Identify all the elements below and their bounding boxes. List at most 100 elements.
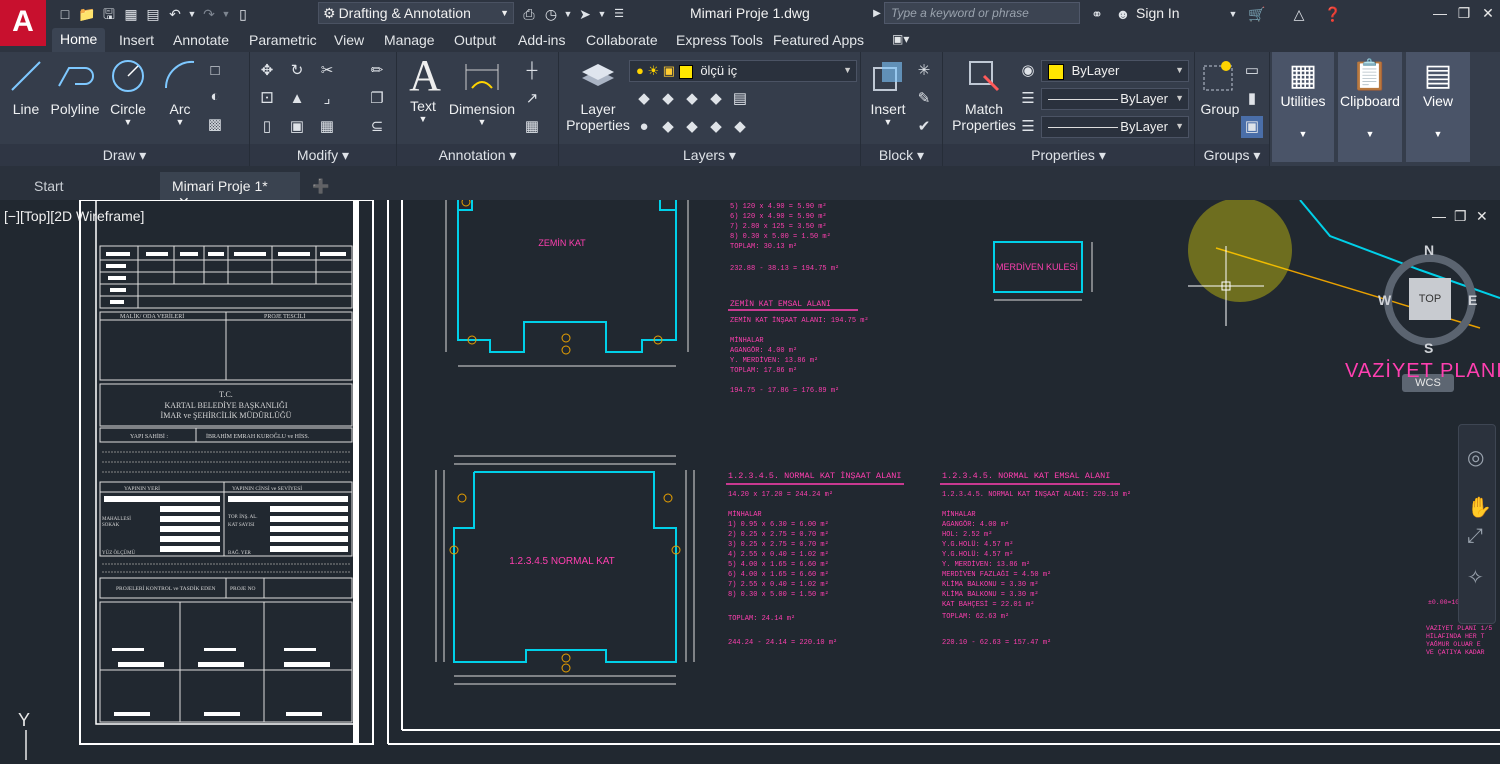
draw-panel-title[interactable]: Draw ▾ (0, 144, 249, 166)
properties-panel-title[interactable]: Properties ▾ (943, 144, 1194, 166)
orbit-icon[interactable]: ✧ (1467, 565, 1484, 590)
lineweight-icon[interactable]: ☰ (1017, 88, 1039, 110)
close-icon[interactable]: ✕ (1476, 2, 1500, 24)
group-selection-icon[interactable]: ▣ (1241, 116, 1263, 138)
user-icon[interactable]: ☻ (1112, 3, 1134, 25)
mirror-icon[interactable]: ▲ (286, 88, 308, 110)
fillet-icon[interactable]: ⌟ (316, 88, 338, 110)
tab-express-tools[interactable]: Express Tools (676, 32, 763, 48)
polyline-button[interactable]: Polyline (48, 56, 102, 117)
save-as-icon[interactable]: ▦ (120, 3, 142, 25)
layer-properties-button[interactable]: Layer Properties (563, 56, 633, 133)
table-icon[interactable]: ▦ (521, 116, 543, 138)
match-properties-button[interactable]: Match Properties (949, 56, 1019, 133)
modify-panel-title[interactable]: Modify ▾ (250, 144, 396, 166)
layer-thaw-icon[interactable]: ◆ (681, 116, 703, 138)
undo-dropdown-icon[interactable]: ▼ (186, 3, 198, 25)
lineweight-dropdown[interactable]: ByLayer ▼ (1041, 88, 1189, 110)
layer-unisolate-icon[interactable]: ◆ (657, 116, 679, 138)
create-block-icon[interactable]: ✳ (913, 60, 935, 82)
copy-icon[interactable]: ⚀ (256, 88, 278, 110)
linetype-dropdown[interactable]: ByLayer ▼ (1041, 116, 1189, 138)
layers-panel-title[interactable]: Layers ▾ (559, 144, 860, 166)
share-dropdown-icon[interactable]: ▼ (596, 3, 608, 25)
tab-insert[interactable]: Insert (119, 32, 154, 48)
steering-wheel-icon[interactable]: ◎ (1467, 445, 1484, 470)
group-button[interactable]: Group (1197, 56, 1243, 117)
trim-icon[interactable]: ✂ (316, 60, 338, 82)
annotation-panel-title[interactable]: Annotation ▾ (397, 144, 558, 166)
layer-lock-icon[interactable]: ◆ (705, 88, 727, 110)
open-folder-icon[interactable]: 📁 (76, 3, 98, 25)
tab-output[interactable]: Output (454, 32, 496, 48)
color-wheel-icon[interactable]: ◉ (1017, 60, 1039, 82)
workspace-dropdown[interactable]: ⚙ Drafting & Annotation ▼ (318, 2, 514, 24)
utilities-button[interactable]: ▦ Utilities ▼ (1272, 52, 1334, 162)
zoom-extents-icon[interactable]: ⤢ (1467, 525, 1483, 548)
minimize-icon[interactable]: — (1428, 2, 1452, 24)
boundary-icon[interactable]: ▩ (204, 114, 226, 136)
linear-dimension-icon[interactable]: ┼ (521, 60, 543, 82)
tab-manage[interactable]: Manage (384, 32, 435, 48)
tab-featured-apps[interactable]: Featured Apps (773, 32, 864, 48)
binoculars-icon[interactable]: ⚭ (1086, 3, 1108, 25)
compass-east[interactable]: E (1468, 292, 1477, 308)
linetype-icon[interactable]: ☰ (1017, 116, 1039, 138)
compass-west[interactable]: W (1378, 292, 1391, 308)
erase-icon[interactable]: ✏ (366, 60, 388, 82)
tab-add-ins[interactable]: Add-ins (518, 32, 565, 48)
move-icon[interactable]: ✥ (256, 60, 278, 82)
sign-in-dropdown-icon[interactable]: ▼ (1222, 3, 1244, 25)
viewcube-top-face[interactable]: TOP (1409, 278, 1451, 320)
tab-annotate[interactable]: Annotate (173, 32, 229, 48)
viewport-close-icon[interactable]: ✕ (1476, 208, 1488, 225)
sign-in-button[interactable]: Sign In (1136, 5, 1180, 21)
array-icon[interactable]: ▦ (316, 116, 338, 138)
autodesk-app-icon[interactable]: △ (1288, 3, 1310, 25)
layer-off-icon[interactable]: ◆ (633, 88, 655, 110)
tab-home[interactable]: Home (52, 28, 106, 52)
layer-dropdown[interactable]: ● ☀ ▣ ölçü iç ▼ (629, 60, 857, 82)
scale-icon[interactable]: ▣ (286, 116, 308, 138)
history-dropdown-icon[interactable]: ▼ (562, 3, 574, 25)
help-icon[interactable]: ❓ (1322, 3, 1344, 25)
rectangle-icon[interactable]: □ (204, 60, 226, 82)
restore-icon[interactable]: ❐ (1452, 2, 1476, 24)
tab-parametric[interactable]: Parametric (249, 32, 317, 48)
groups-panel-title[interactable]: Groups ▾ (1195, 144, 1269, 166)
offset-icon[interactable]: ⊆ (366, 116, 388, 138)
ribbon-toggle-icon[interactable]: ▣▾ (892, 32, 909, 46)
drawing-canvas[interactable]: MALİK/ ODA VERİLERİ PROJE TESCİLİ T.C. K… (0, 200, 1500, 764)
application-menu-button[interactable]: A (0, 0, 46, 46)
compass-north[interactable]: N (1424, 242, 1434, 258)
tab-view[interactable]: View (334, 32, 364, 48)
search-input[interactable]: Type a keyword or phrase (884, 2, 1080, 24)
text-button[interactable]: A Text ▼ (405, 54, 441, 125)
explode-icon[interactable]: ❐ (366, 88, 388, 110)
undo-icon[interactable]: ↶ (164, 3, 186, 25)
new-tab-icon[interactable]: ➕ (300, 172, 341, 200)
line-button[interactable]: Line (6, 56, 46, 117)
viewport-controls-label[interactable]: [−][Top][2D Wireframe] (4, 208, 144, 224)
tab-start[interactable]: Start (22, 172, 76, 200)
edit-attributes-icon[interactable]: ✔ (913, 116, 935, 138)
print-icon[interactable]: ⎙ (518, 3, 540, 25)
leader-icon[interactable]: ↗ (521, 88, 543, 110)
layer-on-icon[interactable]: ● (633, 116, 655, 138)
layer-isolate-icon[interactable]: ◆ (657, 88, 679, 110)
make-current-icon[interactable]: ▤ (729, 88, 751, 110)
save-icon[interactable]: 🖫 (98, 3, 120, 25)
history-icon[interactable]: ◷ (540, 3, 562, 25)
share-icon[interactable]: ➤ (574, 3, 596, 25)
stretch-icon[interactable]: ▯ (256, 116, 278, 138)
layer-freeze-icon[interactable]: ◆ (681, 88, 703, 110)
redo-dropdown-icon[interactable]: ▼ (220, 3, 232, 25)
edit-block-icon[interactable]: ✎ (913, 88, 935, 110)
view-button[interactable]: ▤ View ▼ (1406, 52, 1470, 162)
color-dropdown[interactable]: ByLayer ▼ (1041, 60, 1189, 82)
arc-button[interactable]: Arc ▼ (160, 56, 200, 127)
tab-active-drawing[interactable]: Mimari Proje 1* ✕ (160, 172, 300, 210)
hatch-icon[interactable]: ◐ (204, 86, 226, 108)
dimension-button[interactable]: Dimension ▼ (447, 56, 517, 127)
plot-icon[interactable]: ▯ (232, 3, 254, 25)
